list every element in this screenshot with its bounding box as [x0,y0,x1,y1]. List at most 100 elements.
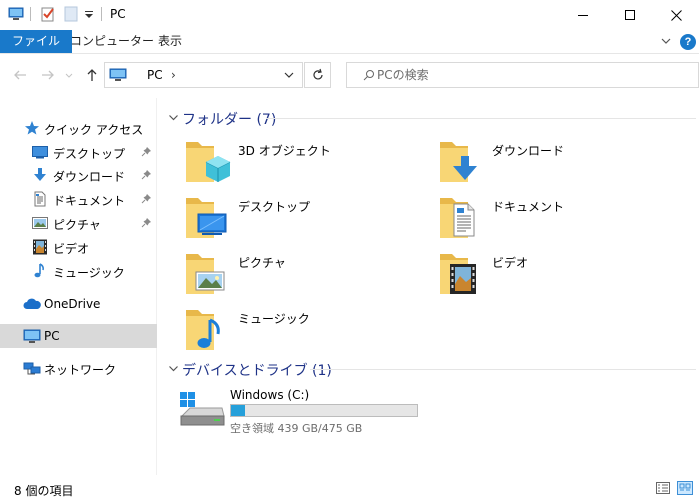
group-divider [310,369,696,370]
toolbar-divider [30,7,31,21]
minimize-button[interactable] [560,0,606,30]
drive-usage-bar [230,404,418,417]
drive-windows-c[interactable]: Windows (C:) 空き領域 439 GB/475 GB [178,386,438,436]
group-divider [266,118,696,119]
sidebar-item-label: デスクトップ [53,147,126,161]
navigation-pane: クイック アクセス デスクトップ ダウンロード ドキュメント ピクチャ ビデオ … [0,98,157,475]
address-dropdown-icon[interactable] [283,69,295,84]
drive-name: Windows (C:) [230,388,310,402]
folder-3d-objects[interactable]: 3D オブジェクト [184,138,414,190]
sidebar-item-label: ピクチャ [53,218,101,232]
title-divider [101,7,102,21]
folder-label: ビデオ [492,256,529,270]
maximize-button[interactable] [607,0,653,30]
video-icon [32,239,48,255]
chevron-down-icon [168,363,179,377]
tab-view[interactable]: 表示 [148,30,192,53]
folder-pictures[interactable]: ピクチャ [184,250,414,302]
music-folder-icon [184,306,232,354]
properties-icon[interactable] [40,6,56,22]
folder-desktop[interactable]: デスクトップ [184,194,414,246]
folder-label: ダウンロード [492,144,565,158]
search-box[interactable] [346,62,699,88]
sidebar-item-network[interactable]: ネットワーク [0,357,157,379]
pictures-folder-icon [184,250,232,298]
star-icon [24,120,40,136]
folder-documents[interactable]: ドキュメント [438,194,668,246]
close-button[interactable] [653,0,699,30]
sidebar-item-label: ドキュメント [53,194,126,208]
sidebar-item-pictures[interactable]: ピクチャ [0,212,157,234]
refresh-button[interactable] [304,62,331,88]
up-arrow-icon[interactable] [84,67,100,86]
download-icon [32,167,48,183]
search-input[interactable] [377,65,677,85]
group-header-label: デバイスとドライブ (1) [182,363,332,379]
folder-downloads[interactable]: ダウンロード [438,138,668,190]
folder-music[interactable]: ミュージック [184,306,414,358]
drive-usage-fill [231,405,246,416]
pin-icon [141,193,152,207]
help-button[interactable]: ? [680,34,696,50]
videos-folder-icon [438,250,486,298]
folder-label: デスクトップ [238,200,311,214]
expand-ribbon-icon[interactable] [660,35,672,50]
details-view-icon[interactable] [656,482,670,497]
sidebar-item-music[interactable]: ミュージック [0,260,157,282]
chevron-down-icon [168,112,179,126]
customize-toolbar-icon[interactable] [84,6,100,22]
music-icon [32,263,48,279]
group-header-label: フォルダー (7) [182,112,277,128]
search-icon [363,69,375,84]
sidebar-item-pc[interactable]: PC [0,324,157,348]
sidebar-item-label: クイック アクセス [44,123,144,137]
document-icon [32,191,48,207]
address-path[interactable]: PC [147,68,163,82]
drive-free-space: 空き領域 439 GB/475 GB [230,422,363,435]
sidebar-item-onedrive[interactable]: OneDrive [0,293,157,315]
folder-label: ドキュメント [492,200,565,214]
folder-label: ミュージック [238,312,310,326]
sidebar-item-label: ネットワーク [44,363,117,377]
sidebar-item-label: OneDrive [44,297,101,311]
sidebar-item-downloads[interactable]: ダウンロード [0,164,157,186]
window-title: PC [110,7,126,21]
pin-icon [141,217,152,231]
folder-videos[interactable]: ビデオ [438,250,668,302]
sidebar-item-quick-access[interactable]: クイック アクセス [0,117,157,139]
onedrive-cloud-icon [23,296,41,312]
sidebar-item-label: ミュージック [53,266,125,280]
forward-arrow-icon[interactable] [40,67,56,86]
sidebar-item-videos[interactable]: ビデオ [0,236,157,258]
status-bar: 8 個の項目 [0,475,699,501]
breadcrumb-chevron[interactable]: › [171,68,176,82]
pictures-icon [32,215,48,231]
pin-icon [141,169,152,183]
sidebar-item-label: PC [44,329,60,343]
minimize-icon [578,15,588,16]
item-count: 8 個の項目 [14,484,74,498]
pc-icon [109,68,127,85]
sidebar-item-label: ビデオ [53,242,90,256]
sidebar-item-label: ダウンロード [53,170,126,184]
sidebar-item-desktop[interactable]: デスクトップ [0,141,157,163]
address-bar[interactable]: PC › [104,62,303,88]
maximize-icon [625,10,635,20]
hard-drive-icon [178,390,226,433]
new-folder-icon[interactable] [63,6,79,22]
recent-locations-chevron-icon[interactable] [64,70,74,84]
sidebar-item-documents[interactable]: ドキュメント [0,188,157,210]
back-arrow-icon[interactable] [12,67,28,86]
navigation-row: PC › [0,54,699,98]
network-icon [23,360,41,376]
ribbon-tabs: ファイル コンピューター 表示 ? [0,30,699,54]
large-icons-view-icon[interactable] [677,481,693,498]
refresh-icon [312,68,323,80]
downloads-folder-icon [438,138,486,186]
desktop-icon [32,144,48,160]
pc-icon [23,328,41,344]
3d-objects-folder-icon [184,138,232,186]
folder-label: 3D オブジェクト [238,144,331,158]
desktop-folder-icon [184,194,232,242]
this-pc-icon[interactable] [8,6,24,22]
